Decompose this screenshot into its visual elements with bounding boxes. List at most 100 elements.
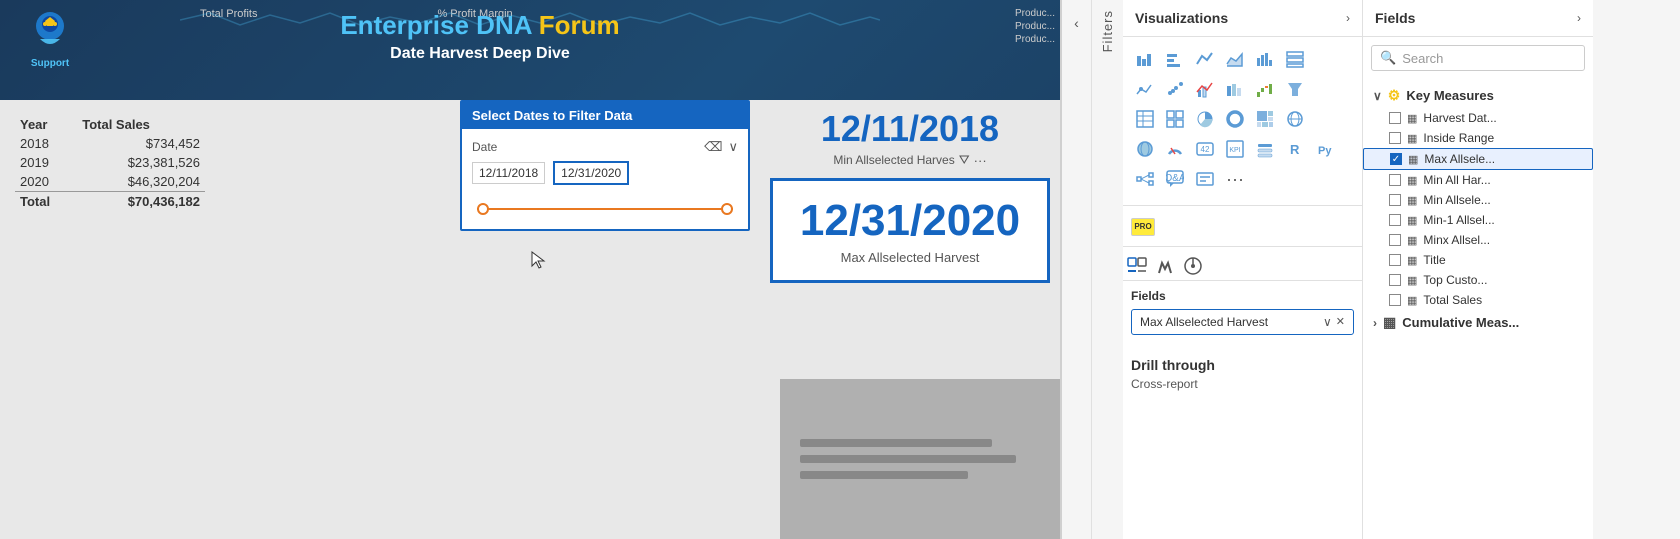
product-labels: Produc... Produc... Produc... [1015, 8, 1055, 45]
viz-funnel-icon[interactable] [1281, 75, 1309, 103]
viz-icons-grid: 42 KPI R Py Q&A [1123, 37, 1362, 201]
viz-line-area-icon[interactable] [1131, 75, 1159, 103]
product-label-3: Produc... [1015, 34, 1055, 45]
calc-icon-total-sales: ▦ [1407, 294, 1417, 307]
collapse-left-icon: ‹ [1074, 15, 1079, 31]
viz-scatter-icon[interactable] [1161, 75, 1189, 103]
field-checkbox-title[interactable] [1389, 254, 1401, 266]
svg-text:Q&A: Q&A [1166, 173, 1184, 184]
viz-kpi-icon[interactable]: KPI [1221, 135, 1249, 163]
more-options-icon[interactable]: ··· [974, 153, 987, 168]
viz-donut-icon[interactable] [1221, 105, 1249, 133]
end-date-input[interactable]: 12/31/2020 [553, 161, 629, 185]
start-date-input[interactable]: 12/11/2018 [472, 162, 545, 184]
eraser-icon[interactable]: ⌫ [704, 139, 722, 155]
field-checkbox-minx-allsel[interactable] [1389, 234, 1401, 246]
viz-r-icon[interactable]: R [1281, 135, 1309, 163]
cumulative-meas-group-header[interactable]: › ▦ Cumulative Meas... [1363, 310, 1593, 335]
viz-panel-header: Visualizations › [1123, 0, 1362, 37]
viz-panel-expand-icon[interactable]: › [1346, 11, 1350, 25]
cumulative-group-name: Cumulative Meas... [1402, 315, 1583, 330]
date-filter-body: Date ⌫ ∨ 12/11/2018 12/31/2020 [462, 129, 748, 229]
field-item-actions: ∨ ✕ [1323, 315, 1345, 329]
key-measures-group-header[interactable]: ∨ ⚙ Key Measures [1363, 83, 1593, 108]
collapse-button[interactable]: ‹ [1062, 0, 1092, 539]
viz-decomp-tree-icon[interactable] [1131, 165, 1159, 193]
viz-matrix-icon[interactable] [1161, 105, 1189, 133]
field-checkbox-min-allsele[interactable] [1389, 194, 1401, 206]
viz-tab-analytics-icon[interactable] [1179, 252, 1207, 280]
chevron-down-field-icon[interactable]: ∨ [1323, 315, 1332, 329]
field-name-min-all-har: Min All Har... [1423, 173, 1583, 187]
viz-table-icon[interactable] [1131, 105, 1159, 133]
viz-area-chart-icon[interactable] [1221, 45, 1249, 73]
sales-cell: $23,381,526 [77, 153, 205, 172]
key-measures-group: ∨ ⚙ Key Measures ▦ Harvest Dat... ▦ Insi… [1363, 83, 1593, 310]
fields-panel-expand-icon[interactable]: › [1577, 11, 1581, 25]
field-checkbox-min-all-har[interactable] [1389, 174, 1401, 186]
calc-icon-max-allsele: ▦ [1408, 153, 1418, 166]
fields-tree: ∨ ⚙ Key Measures ▦ Harvest Dat... ▦ Insi… [1363, 79, 1593, 339]
field-name-top-custo: Top Custo... [1423, 273, 1583, 287]
slider-handle-right[interactable] [721, 203, 733, 215]
viz-q-and-a-icon[interactable]: Q&A [1161, 165, 1189, 193]
field-name-min1-allsel: Min-1 Allsel... [1423, 213, 1583, 227]
field-checkbox-top-custo[interactable] [1389, 274, 1401, 286]
date-filter-widget[interactable]: Select Dates to Filter Data Date ⌫ ∨ 12/… [460, 100, 750, 231]
viz-map-icon[interactable] [1281, 105, 1309, 133]
filter-icon[interactable]: ⛛ [959, 152, 970, 168]
fields-section: Fields Max Allselected Harvest ∨ ✕ [1123, 281, 1362, 349]
year-cell: 2018 [15, 134, 77, 153]
viz-tab-format-icon[interactable] [1151, 252, 1179, 280]
viz-row-2 [1131, 75, 1354, 103]
chevron-down-icon[interactable]: ∨ [728, 139, 738, 155]
fields-panel: Fields › 🔍 Search ∨ ⚙ Key Measures ▦ [1363, 0, 1593, 539]
viz-waterfall-icon[interactable] [1251, 75, 1279, 103]
field-row-title: ▦ Title [1363, 250, 1593, 270]
date-slider[interactable] [477, 199, 733, 219]
viz-gauge-icon[interactable] [1161, 135, 1189, 163]
field-checkbox-inside-range[interactable] [1389, 132, 1401, 144]
pro-icon-row: PRO [1123, 210, 1362, 242]
date-filter-header: Select Dates to Filter Data [462, 102, 748, 129]
calc-icon-min1-allsel: ▦ [1407, 214, 1417, 227]
table-row: 2018 $734,452 [15, 134, 205, 153]
total-row: Total $70,436,182 [15, 192, 205, 212]
right-panels: ‹ Filters Visualizations › [1062, 0, 1680, 539]
max-date-value: 12/31/2020 [793, 196, 1027, 246]
cumulative-meas-group: › ▦ Cumulative Meas... [1363, 310, 1593, 335]
field-row-min-allsele: ▦ Min Allsele... [1363, 190, 1593, 210]
drill-through-label: Drill through [1131, 357, 1354, 373]
enterprise-text: Enterprise DNA [340, 10, 538, 40]
field-checkbox-total-sales[interactable] [1389, 294, 1401, 306]
viz-card-icon[interactable]: 42 [1191, 135, 1219, 163]
header-title-area: Enterprise DNA Forum Date Harvest Deep D… [100, 10, 860, 63]
viz-tab-fields-icon[interactable] [1123, 252, 1151, 280]
viz-multi-row-icon[interactable] [1281, 45, 1309, 73]
viz-row-3 [1131, 105, 1354, 133]
viz-filled-map-icon[interactable] [1131, 135, 1159, 163]
slider-handle-left[interactable] [477, 203, 489, 215]
viz-treemap-icon[interactable] [1251, 105, 1279, 133]
field-item-max-allselected[interactable]: Max Allselected Harvest ∨ ✕ [1131, 309, 1354, 335]
viz-slicer-icon[interactable] [1251, 135, 1279, 163]
viz-row-5: Q&A ··· [1131, 165, 1354, 193]
viz-pie-icon[interactable] [1191, 105, 1219, 133]
field-checkbox-harvest-dat[interactable] [1389, 112, 1401, 124]
viz-py-icon[interactable]: Py [1311, 135, 1339, 163]
sales-table: Year Total Sales 2018 $734,452 2019 $23,… [0, 100, 220, 539]
viz-stacked-bar-icon[interactable] [1131, 45, 1159, 73]
viz-line-chart-icon[interactable] [1191, 45, 1219, 73]
close-field-icon[interactable]: ✕ [1336, 315, 1345, 329]
slider-track [477, 208, 733, 210]
viz-column-chart-icon[interactable] [1251, 45, 1279, 73]
viz-bar-chart-icon[interactable] [1161, 45, 1189, 73]
viz-ribbon-icon[interactable] [1221, 75, 1249, 103]
search-box[interactable]: 🔍 Search [1371, 45, 1585, 71]
viz-combo-icon[interactable] [1191, 75, 1219, 103]
field-checkbox-min1-allsel[interactable] [1389, 214, 1401, 226]
field-checkbox-max-allsele[interactable]: ✓ [1390, 153, 1402, 165]
viz-smart-narrative-icon[interactable] [1191, 165, 1219, 193]
viz-more-icon[interactable]: ··· [1221, 165, 1249, 193]
svg-text:42: 42 [1201, 145, 1210, 154]
